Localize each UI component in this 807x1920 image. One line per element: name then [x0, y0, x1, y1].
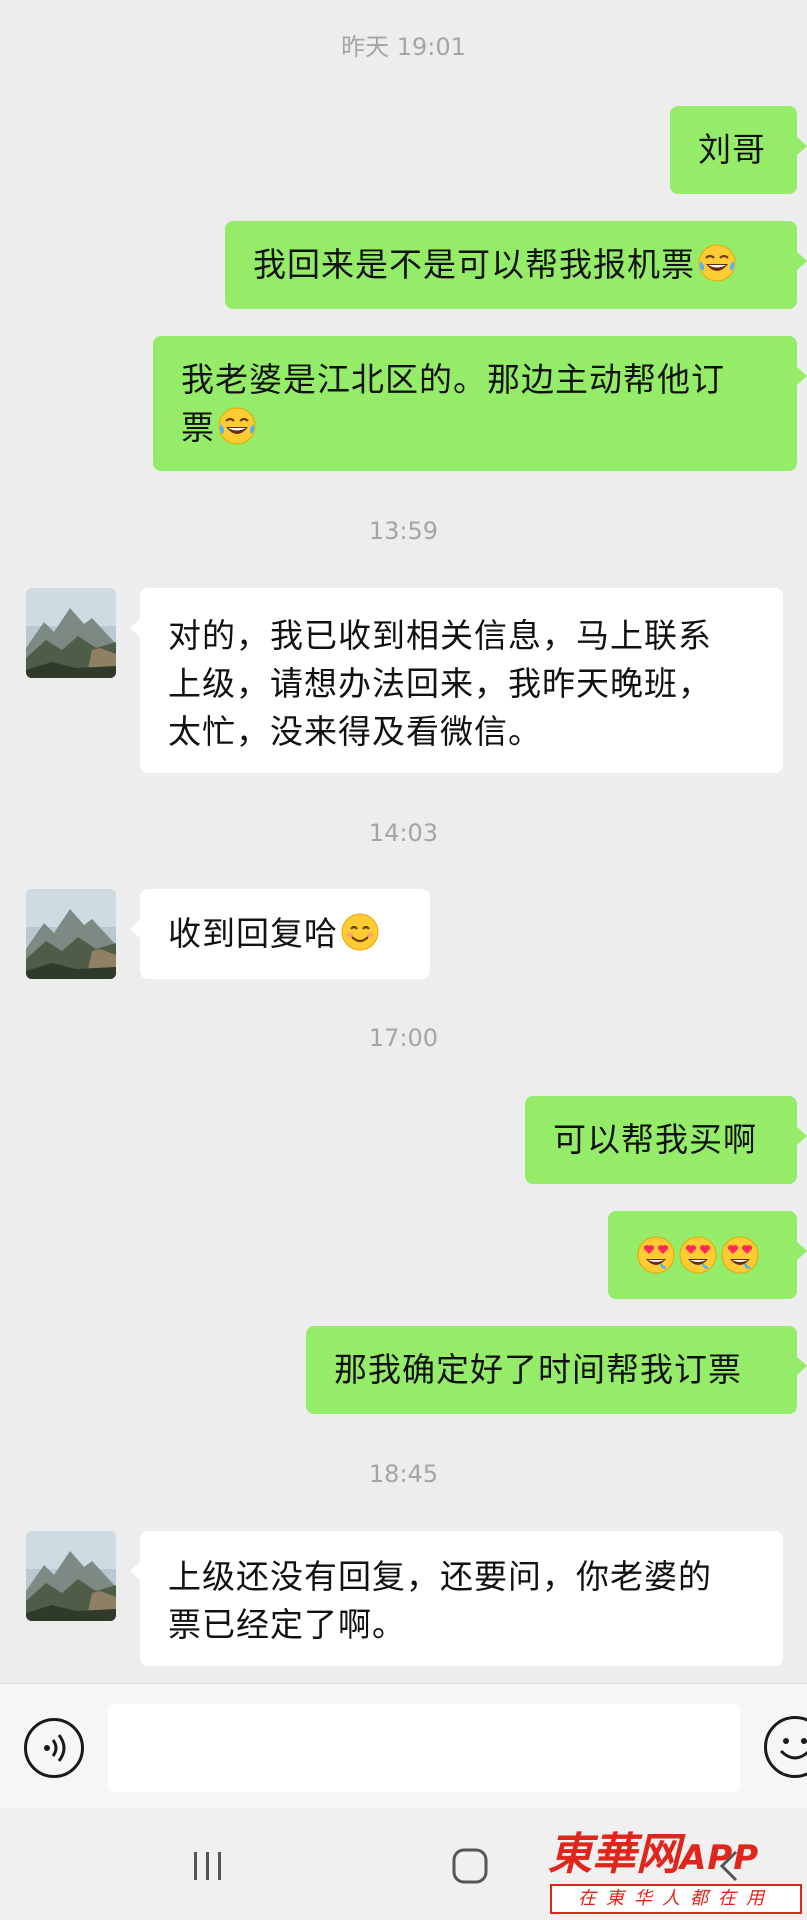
message-bubble-incoming[interactable]: 上级还没有回复，还要问，你老婆的 票已经定了啊。 [130, 1531, 783, 1666]
message-text: 刘哥 [698, 130, 766, 169]
message-input[interactable] [108, 1704, 740, 1792]
timestamp: 14:03 [368, 819, 439, 847]
message-bubble-outgoing[interactable]: 可以帮我买啊 [525, 1096, 807, 1184]
message-text: 太忙，没来得及看微信。 [168, 712, 542, 751]
message-text: 上级，请想办法回来，我昨天晚班， [168, 664, 712, 703]
watermark-logo: 東華网APP 在東华人都在用 [548, 1830, 806, 1920]
heart-eyes-emoji-icon [678, 1235, 718, 1275]
message-bubble-outgoing[interactable]: 那我确定好了时间帮我订票 [306, 1326, 807, 1414]
mountain-avatar-image [26, 1531, 116, 1621]
home-icon[interactable] [450, 1846, 490, 1886]
timestamp: 昨天 19:01 [341, 33, 466, 61]
message-text: 那我确定好了时间帮我订票 [334, 1350, 742, 1389]
message-bubble-incoming[interactable]: 对的，我已收到相关信息，马上联系 上级，请想办法回来，我昨天晚班， 太忙，没来得… [130, 588, 783, 773]
heart-eyes-emoji-icon [720, 1235, 760, 1275]
watermark-brand: 東華网 [548, 1829, 680, 1880]
message-text: 可以帮我买啊 [553, 1120, 757, 1159]
message-text: 收到回复哈 [168, 914, 338, 953]
watermark-slogan: 在東华人都在用 [550, 1884, 802, 1914]
message-text: 票 [181, 408, 215, 447]
message-text: 上级还没有回复，还要问，你老婆的 [168, 1557, 712, 1596]
mountain-avatar-image [26, 588, 116, 678]
emoji-icon[interactable] [764, 1716, 807, 1778]
message-text: 票已经定了啊。 [168, 1605, 406, 1644]
contact-avatar[interactable] [26, 889, 116, 979]
message-text: 我回来是不是可以帮我报机票 [253, 245, 695, 284]
message-text: 对的，我已收到相关信息，马上联系 [168, 616, 712, 655]
message-bubble-outgoing[interactable]: 我回来是不是可以帮我报机票 [225, 221, 807, 309]
smiling-face-emoji-icon [340, 912, 380, 952]
timestamp: 13:59 [368, 517, 439, 545]
rolling-laughing-emoji-icon [697, 243, 737, 283]
message-bubble-outgoing[interactable]: 我老婆是江北区的。那边主动帮他订 票 [153, 336, 807, 471]
contact-avatar[interactable] [26, 588, 116, 678]
input-bar [0, 1683, 807, 1808]
message-bubble-incoming[interactable]: 收到回复哈 [130, 889, 430, 979]
message-text: 我老婆是江北区的。那边主动帮他订 [181, 360, 725, 399]
recent-apps-icon[interactable] [190, 1848, 226, 1884]
heart-eyes-emoji-icon [636, 1235, 676, 1275]
voice-icon[interactable] [24, 1718, 84, 1778]
timestamp: 17:00 [368, 1024, 439, 1052]
chat-area[interactable]: 昨天 19:01 刘哥 我回来是不是可以帮我报机票 我老婆是江北区的。那边主动帮… [0, 0, 807, 1683]
watermark-app: APP [680, 1838, 760, 1878]
rolling-laughing-emoji-icon [217, 406, 257, 446]
timestamp: 18:45 [368, 1460, 439, 1488]
contact-avatar[interactable] [26, 1531, 116, 1621]
message-bubble-outgoing[interactable]: 刘哥 [670, 106, 807, 194]
message-bubble-outgoing[interactable] [608, 1211, 807, 1299]
mountain-avatar-image [26, 889, 116, 979]
